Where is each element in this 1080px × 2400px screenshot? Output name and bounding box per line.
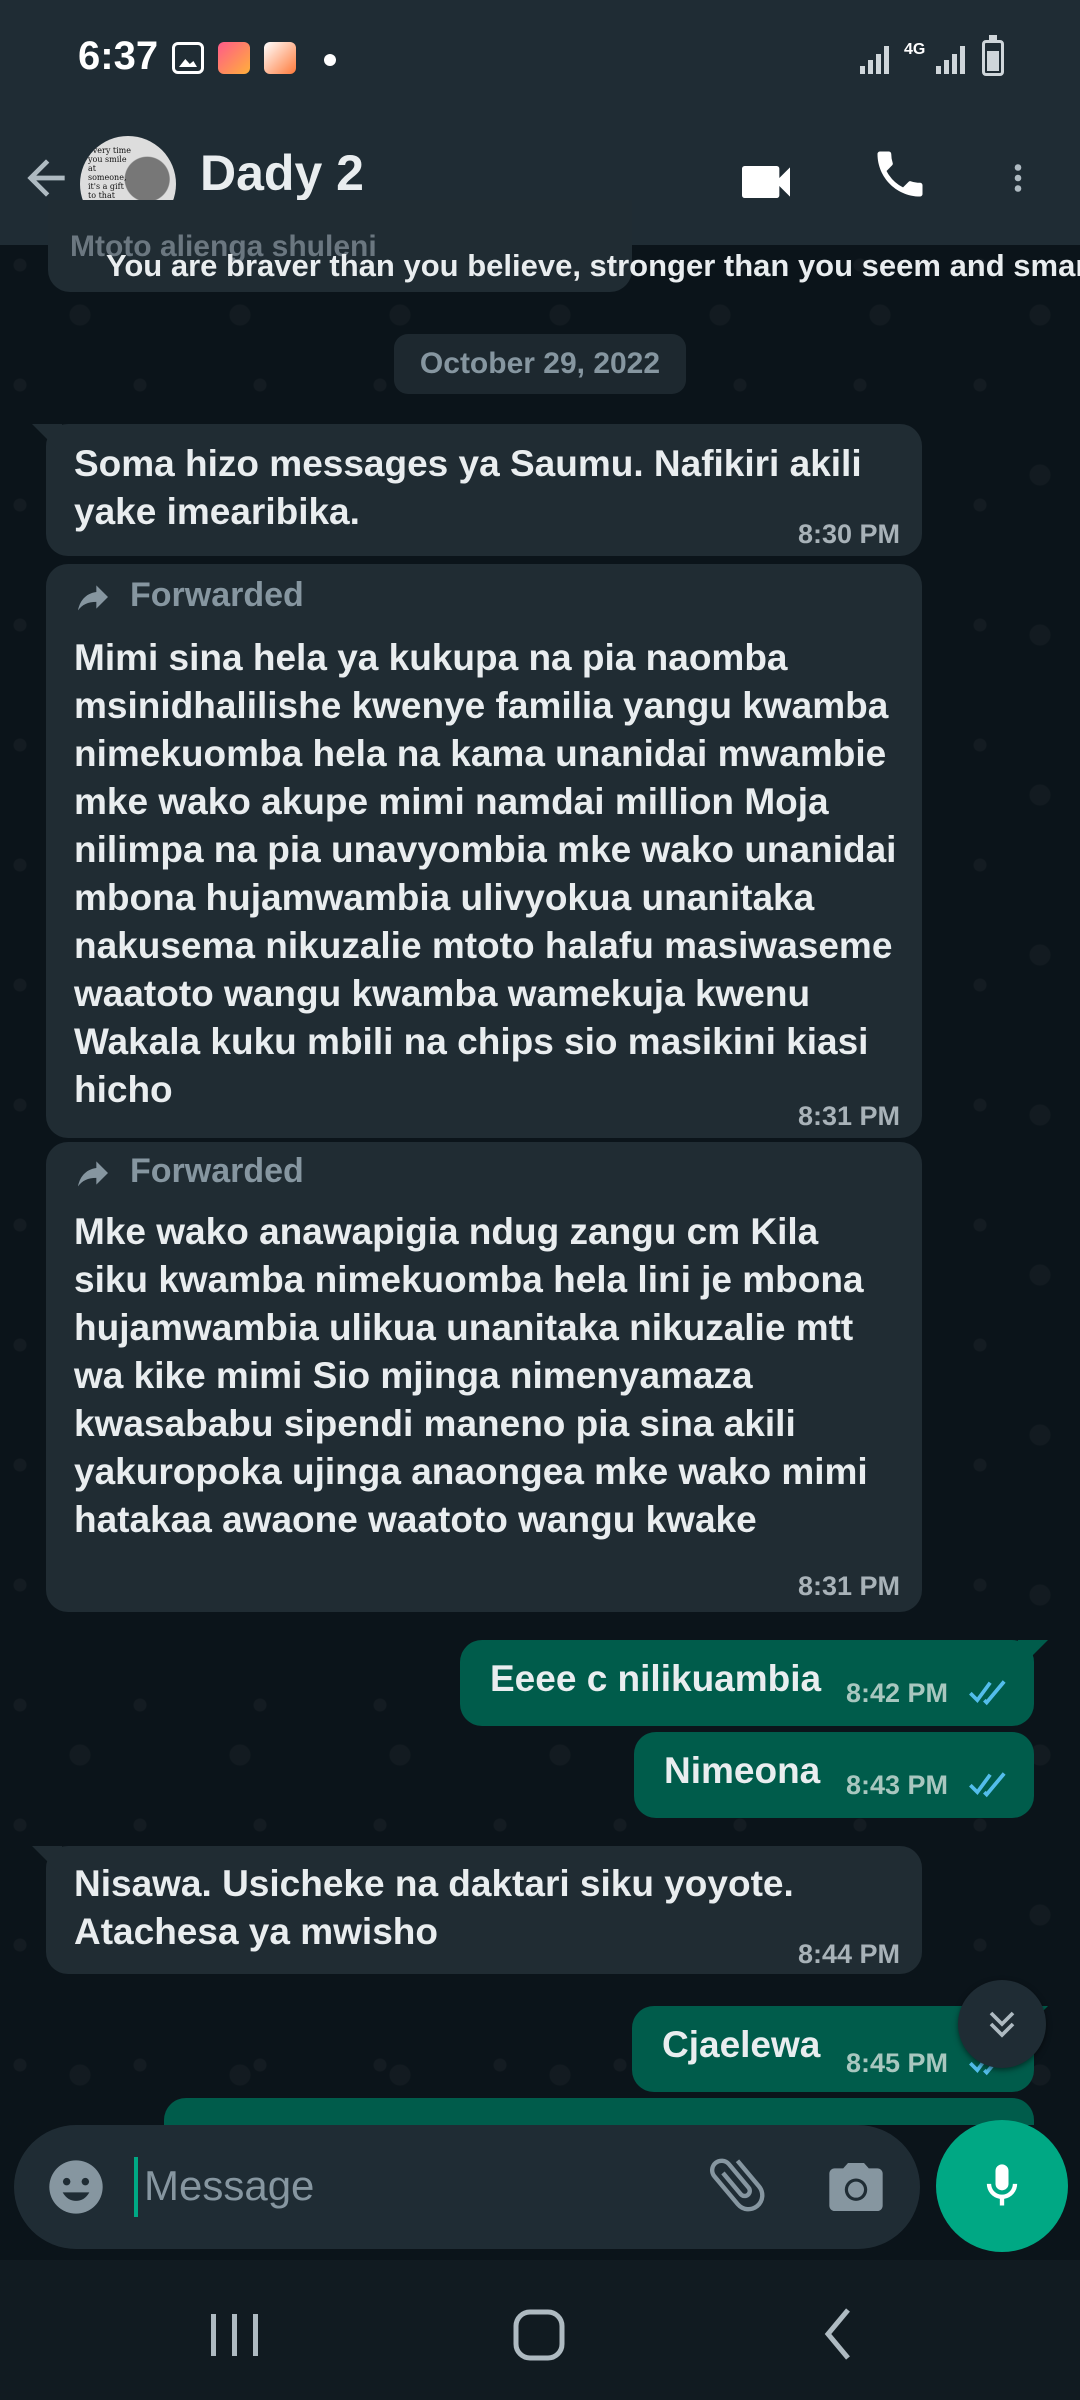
message-text: Cjaelewa: [662, 2024, 821, 2065]
back-nav-icon[interactable]: [818, 2304, 858, 2364]
voice-message-button[interactable]: [936, 2120, 1068, 2252]
status-time: 6:37: [78, 34, 159, 78]
message-text: Nisawa. Usicheke na daktari siku yoyote.…: [74, 1863, 794, 1952]
video-call-icon[interactable]: [734, 150, 798, 214]
message-time: 8:43 PM: [846, 1770, 949, 1800]
recent-apps-icon[interactable]: [205, 2310, 265, 2360]
partial-message-quote: You are braver than you believe, stronge…: [106, 248, 1080, 283]
message-time: 8:44 PM: [797, 1939, 900, 1969]
message-text: Eeee c nilikuambia: [490, 1658, 822, 1699]
message-bubble-incoming[interactable]: Soma hizo messages ya Saumu. Nafikiri ak…: [32, 424, 922, 556]
dot-icon: [324, 54, 336, 66]
forward-icon: [78, 1161, 108, 1187]
network-type: 4G: [904, 41, 926, 58]
home-icon[interactable]: [510, 2306, 570, 2366]
message-bubble-outgoing[interactable]: Eeee c nilikuambia 8:42 PM: [460, 1640, 1048, 1726]
forwarded-label: Forwarded: [70, 1152, 304, 1193]
text-caret: [134, 2157, 138, 2217]
contact-name[interactable]: Dady 2: [200, 144, 364, 202]
attach-icon[interactable]: [702, 2149, 772, 2219]
system-nav-bar: [0, 2260, 1080, 2400]
message-input[interactable]: [144, 2153, 664, 2219]
message-text: Nimeona: [664, 1750, 821, 1791]
double-chevron-down-icon: [989, 2011, 1015, 2038]
forward-icon: [78, 585, 108, 611]
date-separator: October 29, 2022: [394, 334, 686, 394]
voice-call-icon[interactable]: [870, 144, 930, 204]
message-bubble-outgoing[interactable]: Nimeona 8:43 PM: [634, 1732, 1034, 1818]
message-text: Mke wako anawapigia ndug zangu cm Kila s…: [74, 1211, 868, 1540]
microphone-icon: [986, 2164, 1018, 2206]
message-box: [14, 2125, 920, 2249]
message-bubble-incoming[interactable]: Forwarded Mimi sina hela ya kukupa na pi…: [46, 564, 922, 1138]
signal-icon-2: [936, 46, 970, 74]
message-text: Mimi sina hela ya kukupa na pia naomba m…: [74, 637, 897, 1110]
message-bubble-incoming[interactable]: Forwarded Mke wako anawapigia ndug zangu…: [46, 1142, 922, 1612]
status-bar: 6:37 4G: [0, 0, 1080, 120]
read-receipt-icon: [969, 1680, 1006, 1706]
message-time: 8:30 PM: [797, 519, 900, 549]
back-arrow-icon[interactable]: [18, 150, 74, 206]
app-icon-1: [218, 42, 250, 74]
message-time: 8:31 PM: [797, 1571, 900, 1601]
message-bubble-incoming[interactable]: Nisawa. Usicheke na daktari siku yoyote.…: [32, 1846, 922, 1974]
message-text: Soma hizo messages ya Saumu. Nafikiri ak…: [74, 443, 862, 532]
forwarded-label: Forwarded: [70, 576, 304, 617]
camera-icon[interactable]: [824, 2155, 888, 2219]
emoji-icon[interactable]: [44, 2155, 108, 2219]
message-time: 8:42 PM: [846, 1678, 949, 1708]
more-options-icon[interactable]: [1000, 146, 1036, 210]
partial-outgoing-bubble[interactable]: [164, 2098, 1034, 2128]
forwarded-text: Forwarded: [130, 576, 304, 614]
image-icon: [172, 42, 204, 74]
read-receipt-icon: [969, 1772, 1006, 1798]
scroll-to-bottom-button[interactable]: [958, 1980, 1046, 2068]
forwarded-text: Forwarded: [130, 1152, 304, 1190]
message-time: 8:45 PM: [846, 2048, 949, 2078]
signal-icon: [860, 46, 894, 74]
message-time: 8:31 PM: [797, 1101, 900, 1131]
battery-icon: [982, 35, 1004, 76]
app-icon-2: [264, 42, 296, 74]
